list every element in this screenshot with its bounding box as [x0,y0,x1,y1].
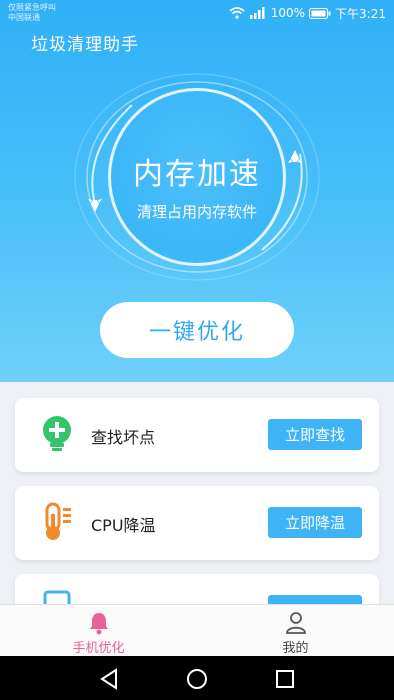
card-cpu-cooling: CPU降温 立即降温 [15,486,379,560]
battery-percent: 100% [270,6,306,20]
battery-icon [309,7,331,19]
clock: 下午3:21 [335,6,386,21]
carrier-line-2: 中国联通 [8,13,40,22]
home-icon[interactable] [184,666,210,692]
tab-mine[interactable]: 我的 [197,605,394,657]
bottom-tab-bar: 手机优化 我的 [0,604,394,657]
cpu-cooling-label: CPU降温 [91,516,156,535]
one-key-optimize-button[interactable]: 一键优化 [100,302,294,358]
user-icon [286,612,306,634]
memory-boost-circle[interactable]: 内存加速 清理占用内存软件 [108,88,286,266]
bell-icon [90,613,108,635]
memory-boost-subtitle: 清理占用内存软件 [136,203,257,221]
hero-panel: 仅限紧急呼叫 中国联通 100% 下午3:21 垃圾清理助手 内存加速 清理占用… [0,0,394,382]
bulb-plus-icon [43,416,71,451]
status-bar: 仅限紧急呼叫 中国联通 100% 下午3:21 [0,0,394,26]
cool-now-button[interactable]: 立即降温 [268,507,362,538]
tab-phone-optimize[interactable]: 手机优化 [0,605,197,657]
wifi-icon [229,7,245,19]
carrier-line-1: 仅限紧急呼叫 [8,3,56,12]
recents-icon[interactable] [272,666,298,692]
memory-boost-dial[interactable]: 内存加速 清理占用内存软件 [72,70,322,300]
find-now-button[interactable]: 立即查找 [268,419,362,450]
system-nav-bar [0,656,394,700]
card-find-dead-pixels: 查找坏点 立即查找 [15,398,379,472]
back-icon[interactable] [96,666,122,692]
rocket-icon [288,150,302,163]
find-dead-pixels-label: 查找坏点 [91,428,156,447]
tab-mine-label: 我的 [282,641,309,656]
app-title: 垃圾清理助手 [31,35,139,55]
rocket-icon-2 [88,199,102,212]
tab-phone-optimize-label: 手机优化 [72,641,125,656]
memory-boost-title: 内存加速 [133,157,261,192]
signal-icon [249,7,265,19]
thermometer-icon [45,502,71,540]
